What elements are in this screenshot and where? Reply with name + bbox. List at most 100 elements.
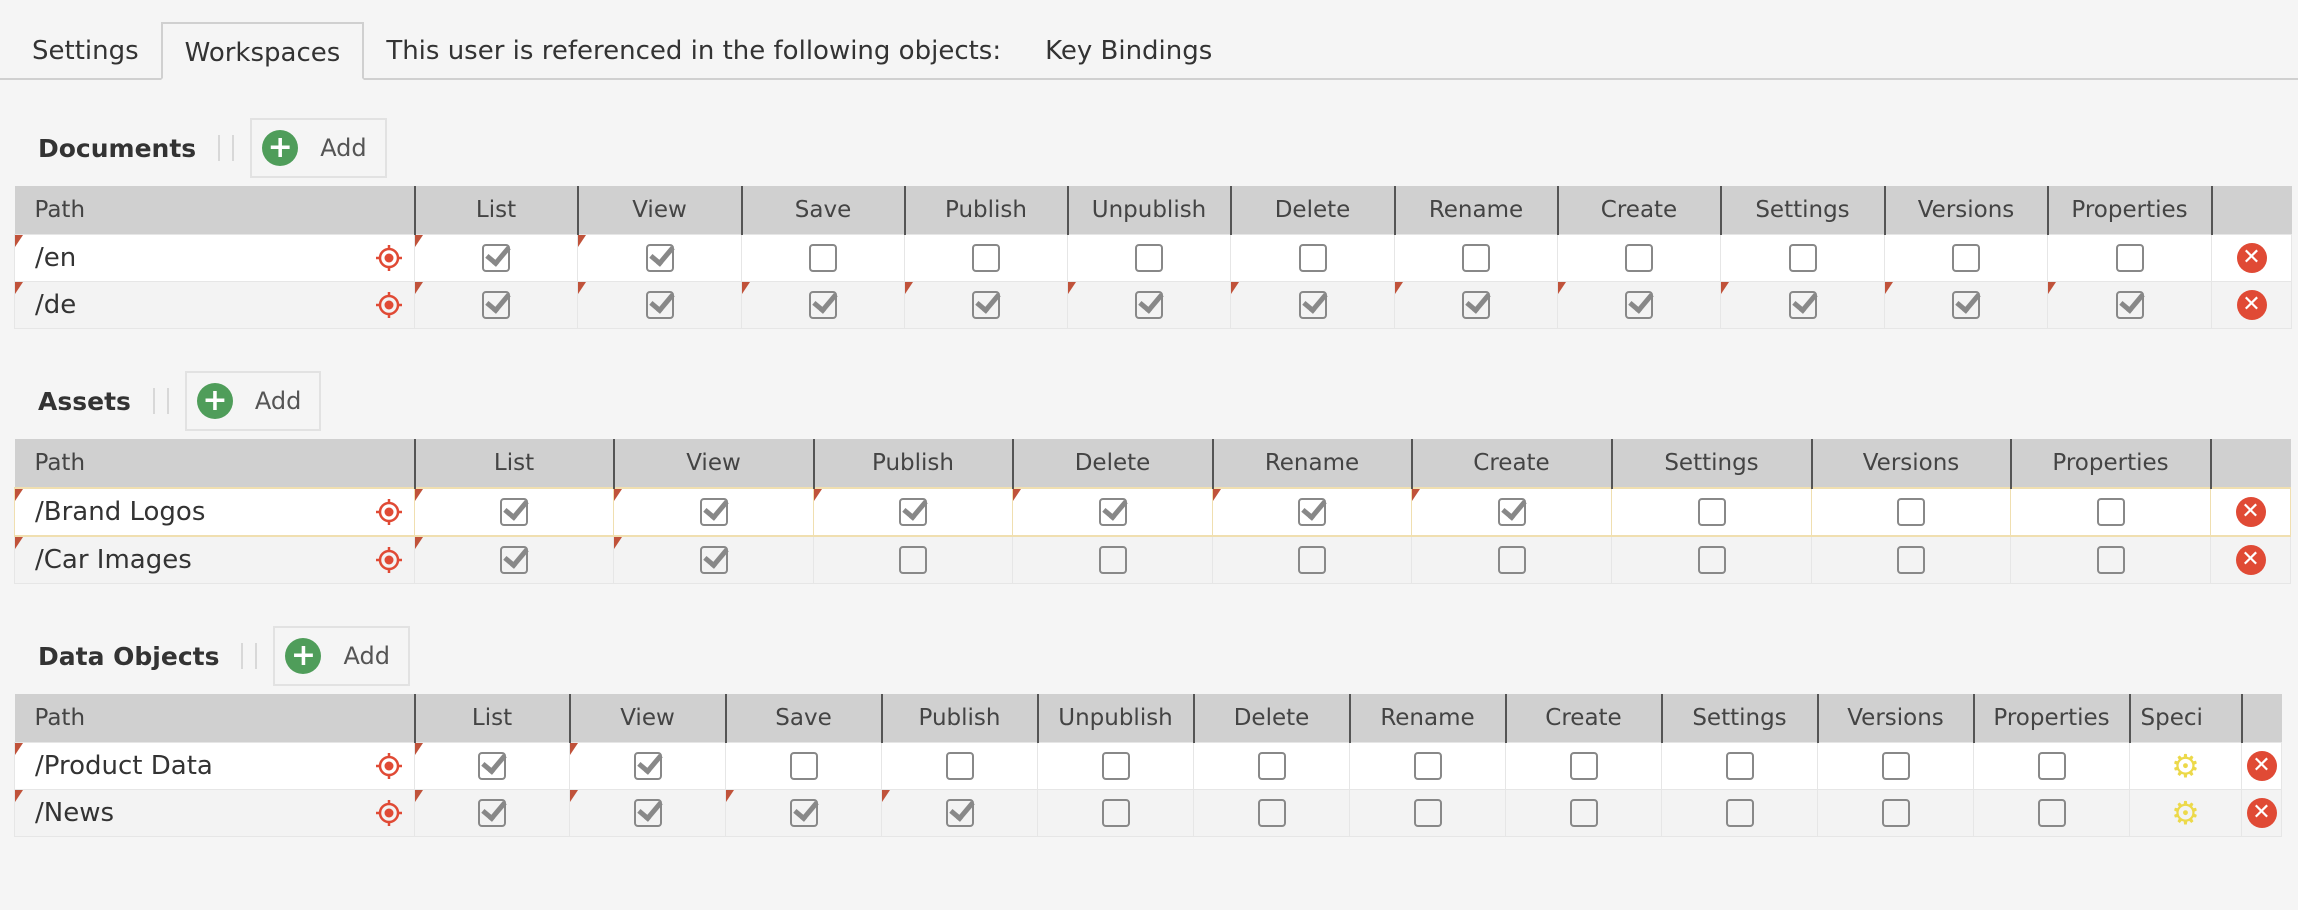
- permission-cell-properties[interactable]: [1973, 742, 2130, 790]
- gear-icon[interactable]: ⚙: [2171, 747, 2200, 785]
- permission-cell-list[interactable]: [414, 234, 578, 282]
- permission-cell-view[interactable]: [613, 487, 814, 537]
- column-header-settings[interactable]: Settings: [1720, 186, 1886, 235]
- delete-cell[interactable]: ✕: [2241, 742, 2282, 790]
- checkbox-properties[interactable]: [2096, 546, 2125, 574]
- permission-cell-properties[interactable]: [1973, 789, 2130, 837]
- column-header-create[interactable]: Create: [1505, 694, 1663, 743]
- checkbox-publish[interactable]: [945, 799, 974, 827]
- permission-cell-publish[interactable]: [881, 789, 1038, 837]
- checkbox-versions[interactable]: [1952, 244, 1980, 272]
- checkbox-settings[interactable]: [1788, 244, 1817, 272]
- checkbox-delete[interactable]: [1298, 291, 1327, 319]
- permission-cell-delete[interactable]: [1193, 789, 1350, 837]
- column-header-delete[interactable]: Delete: [1230, 186, 1396, 235]
- checkbox-rename[interactable]: [1413, 799, 1442, 827]
- permission-cell-properties[interactable]: [2047, 281, 2212, 329]
- table-row[interactable]: /Car Images ✕: [14, 535, 2291, 584]
- permission-cell-create[interactable]: [1411, 535, 1612, 584]
- permission-cell-delete[interactable]: [1193, 742, 1350, 790]
- permission-cell-settings[interactable]: [1720, 281, 1885, 329]
- delete-icon[interactable]: ✕: [2246, 751, 2277, 781]
- permission-cell-rename[interactable]: [1212, 487, 1412, 537]
- permission-cell-settings[interactable]: [1611, 487, 1812, 537]
- checkbox-rename[interactable]: [1462, 244, 1490, 272]
- permission-cell-versions[interactable]: [1884, 234, 2048, 282]
- column-header-list[interactable]: List: [414, 439, 615, 488]
- checkbox-create[interactable]: [1625, 291, 1653, 319]
- checkbox-settings[interactable]: [1725, 799, 1754, 827]
- tab-key-bindings[interactable]: Key Bindings: [1023, 22, 1234, 80]
- column-header-properties[interactable]: Properties: [1973, 694, 2131, 743]
- column-header-unpublish[interactable]: Unpublish: [1037, 694, 1195, 743]
- checkbox-list[interactable]: [478, 799, 506, 827]
- checkbox-unpublish[interactable]: [1135, 291, 1163, 319]
- permission-cell-list[interactable]: [414, 742, 570, 790]
- permission-cell-unpublish[interactable]: [1067, 234, 1231, 282]
- checkbox-list[interactable]: [482, 291, 510, 319]
- permission-cell-versions[interactable]: [1811, 535, 2011, 584]
- checkbox-list[interactable]: [482, 244, 510, 272]
- column-header-versions[interactable]: Versions: [1817, 694, 1975, 743]
- checkbox-create[interactable]: [1497, 498, 1526, 526]
- column-header-rename[interactable]: Rename: [1349, 694, 1507, 743]
- permission-cell-rename[interactable]: [1394, 234, 1558, 282]
- permission-cell-save[interactable]: [725, 789, 882, 837]
- checkbox-settings[interactable]: [1697, 498, 1726, 526]
- column-header-settings[interactable]: Settings: [1661, 694, 1819, 743]
- checkbox-properties[interactable]: [2115, 291, 2144, 319]
- permission-cell-publish[interactable]: [904, 234, 1068, 282]
- permission-cell-delete[interactable]: [1012, 535, 1213, 584]
- add-button[interactable]: + Add: [250, 118, 387, 178]
- checkbox-view[interactable]: [633, 752, 662, 780]
- permission-cell-unpublish[interactable]: [1037, 742, 1194, 790]
- checkbox-list[interactable]: [500, 546, 528, 574]
- permission-cell-versions[interactable]: [1811, 487, 2011, 537]
- permission-cell-create[interactable]: [1557, 281, 1721, 329]
- column-header-properties[interactable]: Properties: [2047, 186, 2213, 235]
- checkbox-view[interactable]: [699, 498, 728, 526]
- delete-icon[interactable]: ✕: [2236, 290, 2267, 320]
- permission-cell-view[interactable]: [569, 742, 726, 790]
- tab-settings[interactable]: Settings: [10, 22, 161, 80]
- checkbox-publish[interactable]: [899, 546, 927, 574]
- checkbox-view[interactable]: [699, 546, 728, 574]
- checkbox-properties[interactable]: [2115, 244, 2144, 272]
- checkbox-rename[interactable]: [1462, 291, 1490, 319]
- table-row[interactable]: /de ✕: [14, 281, 2292, 329]
- permission-cell-rename[interactable]: [1212, 535, 1412, 584]
- target-icon[interactable]: [376, 800, 402, 826]
- checkbox-versions[interactable]: [1897, 498, 1925, 526]
- target-icon[interactable]: [376, 245, 402, 271]
- table-row[interactable]: /News ⚙ ✕: [14, 789, 2282, 837]
- permission-cell-versions[interactable]: [1884, 281, 2048, 329]
- checkbox-publish[interactable]: [972, 291, 1000, 319]
- permission-cell-list[interactable]: [414, 789, 570, 837]
- column-header-save[interactable]: Save: [725, 694, 883, 743]
- permission-cell-view[interactable]: [577, 234, 742, 282]
- column-header-properties[interactable]: Properties: [2010, 439, 2212, 488]
- permission-cell-publish[interactable]: [813, 535, 1013, 584]
- delete-cell[interactable]: ✕: [2211, 234, 2292, 282]
- permission-cell-settings[interactable]: [1720, 234, 1885, 282]
- checkbox-versions[interactable]: [1952, 291, 1980, 319]
- permission-cell-save[interactable]: [725, 742, 882, 790]
- special-cell[interactable]: ⚙: [2129, 789, 2242, 837]
- column-header-save[interactable]: Save: [741, 186, 906, 235]
- permission-cell-settings[interactable]: [1661, 789, 1818, 837]
- permission-cell-delete[interactable]: [1230, 281, 1395, 329]
- permission-cell-publish[interactable]: [813, 487, 1013, 537]
- permission-cell-view[interactable]: [577, 281, 742, 329]
- column-header-view[interactable]: View: [569, 694, 727, 743]
- permission-cell-create[interactable]: [1505, 742, 1662, 790]
- permission-cell-list[interactable]: [414, 281, 578, 329]
- checkbox-delete[interactable]: [1257, 752, 1286, 780]
- special-cell[interactable]: ⚙: [2129, 742, 2242, 790]
- permission-cell-create[interactable]: [1411, 487, 1612, 537]
- column-header-create[interactable]: Create: [1557, 186, 1722, 235]
- tab-workspaces[interactable]: Workspaces: [160, 22, 365, 80]
- path-cell[interactable]: /News: [14, 789, 415, 837]
- checkbox-publish[interactable]: [945, 752, 974, 780]
- path-cell[interactable]: /Car Images: [14, 535, 415, 584]
- checkbox-unpublish[interactable]: [1135, 244, 1163, 272]
